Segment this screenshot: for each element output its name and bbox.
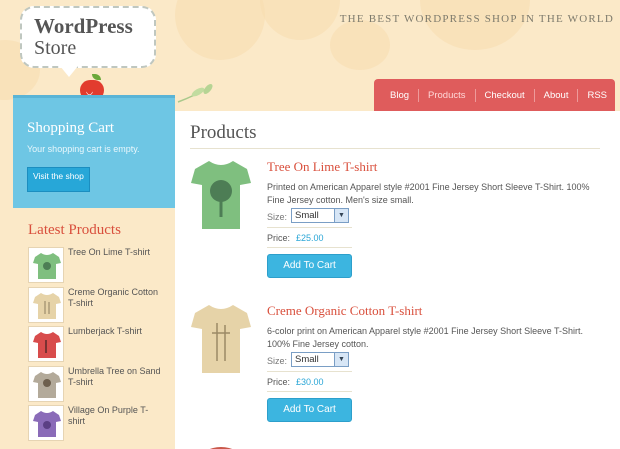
- background-flower: [175, 0, 265, 60]
- size-label: Size:: [267, 356, 288, 366]
- size-select-value: Small: [295, 354, 319, 365]
- nav-item-products[interactable]: Products: [418, 88, 475, 102]
- nav-item-blog[interactable]: Blog: [381, 89, 418, 102]
- product-thumbnail[interactable]: [28, 287, 64, 323]
- latest-product-item[interactable]: Lumberjack T-shirt: [28, 326, 168, 364]
- price-label: Price:: [267, 233, 291, 243]
- latest-product-item[interactable]: Village On Purple T-shirt: [28, 405, 168, 443]
- background-flower: [260, 0, 340, 40]
- product-thumbnail[interactable]: [28, 326, 64, 362]
- product-divider: [267, 227, 352, 228]
- background-flower: [330, 20, 390, 70]
- site-tagline: THE BEST WORDPRESS SHOP IN THE WORLD: [339, 13, 614, 25]
- latest-product-link[interactable]: Creme Organic Cotton T-shirt: [68, 287, 163, 309]
- product-image[interactable]: [190, 159, 252, 231]
- background-flower: [420, 0, 530, 50]
- product-title-link[interactable]: Tree On Lime T-shirt: [267, 159, 377, 175]
- main-nav: Blog Products Checkout About RSS: [374, 79, 615, 111]
- latest-product-link[interactable]: Lumberjack T-shirt: [68, 326, 163, 337]
- visit-shop-button[interactable]: Visit the shop: [27, 167, 90, 192]
- nav-item-about[interactable]: About: [533, 88, 578, 102]
- add-to-cart-button[interactable]: Add To Cart: [267, 398, 352, 422]
- product-price: £30.00: [296, 377, 324, 387]
- product-image[interactable]: [190, 303, 252, 375]
- latest-products-title: Latest Products: [28, 222, 121, 238]
- latest-product-link[interactable]: Umbrella Tree on Sand T-shirt: [68, 366, 163, 388]
- latest-product-item[interactable]: Umbrella Tree on Sand T-shirt: [28, 366, 168, 404]
- product-thumbnail[interactable]: [28, 247, 64, 283]
- tshirt-thumbnail-icon: [33, 253, 61, 279]
- size-select-value: Small: [295, 210, 319, 221]
- latest-product-link[interactable]: Tree On Lime T-shirt: [68, 247, 163, 258]
- latest-product-item[interactable]: Tree On Lime T-shirt: [28, 247, 168, 285]
- chevron-down-icon: ▼: [334, 209, 348, 222]
- logo-line1: WordPress: [34, 14, 133, 38]
- size-select[interactable]: Small ▼: [291, 352, 349, 367]
- tshirt-thumbnail-icon: [33, 332, 61, 358]
- product-description: Printed on American Apparel style #2001 …: [267, 182, 590, 205]
- product-title-link[interactable]: Creme Organic Cotton T-shirt: [267, 303, 422, 319]
- product-divider: [267, 371, 352, 372]
- main-content: Products Tree On Lime T-shirt Printed on…: [175, 111, 620, 449]
- tshirt-thumbnail-icon: [33, 372, 61, 398]
- title-divider: [190, 148, 600, 149]
- product-divider: [267, 247, 352, 248]
- leaf-branch-icon: [177, 84, 213, 103]
- latest-product-item[interactable]: Creme Organic Cotton T-shirt: [28, 287, 168, 325]
- latest-product-link[interactable]: Village On Purple T-shirt: [68, 405, 163, 427]
- tshirt-thumbnail-icon: [33, 293, 61, 319]
- product-divider: [267, 391, 352, 392]
- nav-item-checkout[interactable]: Checkout: [474, 88, 534, 102]
- add-to-cart-button[interactable]: Add To Cart: [267, 254, 352, 278]
- size-label: Size:: [267, 212, 288, 222]
- product-card: Creme Organic Cotton T-shirt 6-color pri…: [175, 303, 620, 443]
- product-description: 6-color print on American Apparel style …: [267, 326, 583, 349]
- cart-title: Shopping Cart: [27, 120, 115, 136]
- nav-item-rss[interactable]: RSS: [577, 88, 616, 102]
- page-title: Products: [190, 122, 257, 143]
- tshirt-thumbnail-icon: [33, 411, 61, 437]
- price-label: Price:: [267, 377, 291, 387]
- logo-line2: Store: [34, 37, 77, 59]
- product-thumbnail[interactable]: [28, 405, 64, 441]
- product-price: £25.00: [296, 233, 324, 243]
- size-select[interactable]: Small ▼: [291, 208, 349, 223]
- chevron-down-icon: ▼: [334, 353, 348, 366]
- product-thumbnail[interactable]: [28, 366, 64, 402]
- product-card: Tree On Lime T-shirt Printed on American…: [175, 159, 620, 299]
- product-image-partial: [209, 447, 233, 449]
- shopping-cart-widget: Shopping Cart Your shopping cart is empt…: [13, 95, 175, 208]
- cart-status-text: Your shopping cart is empty.: [27, 144, 140, 154]
- site-logo[interactable]: WordPress Store: [20, 6, 156, 77]
